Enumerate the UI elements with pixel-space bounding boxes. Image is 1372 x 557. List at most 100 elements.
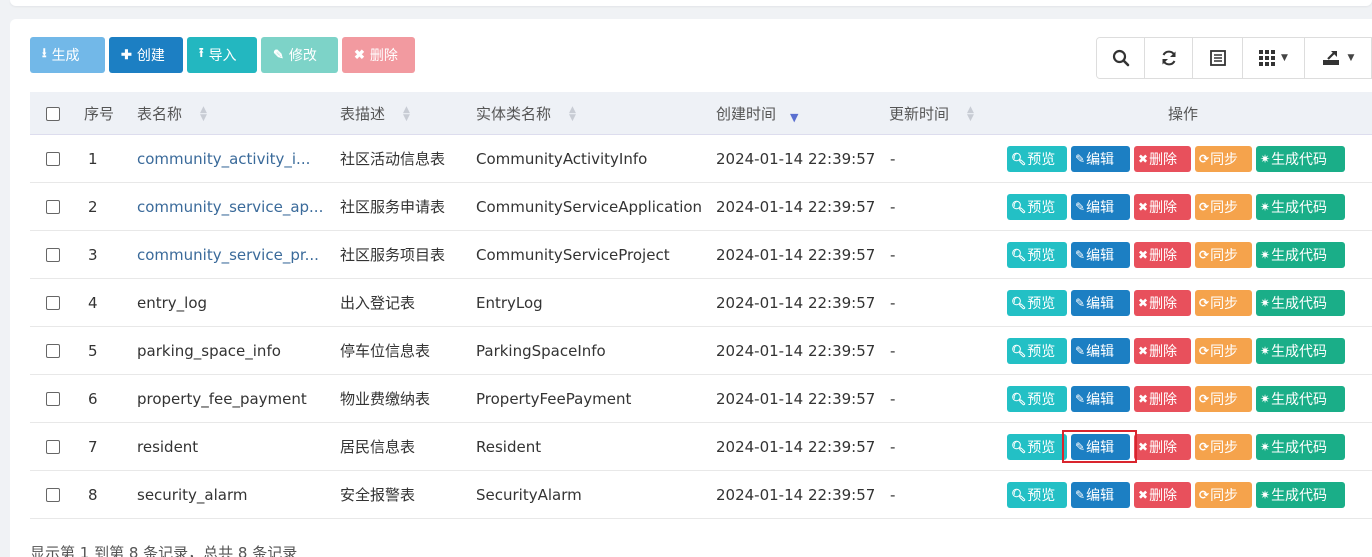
bug-icon: ✷	[1260, 151, 1271, 166]
sort-icon: ▲ ▼	[403, 104, 410, 123]
row-delete-button[interactable]: ✖ 删除	[1134, 481, 1191, 508]
row-delete-button[interactable]: ✖ 删除	[1134, 193, 1191, 220]
preview-button[interactable]: 🔍︎ 预览	[1007, 481, 1067, 508]
search-button[interactable]	[1097, 38, 1145, 78]
row-table-name: parking_space_info	[137, 341, 281, 360]
gen-code-button[interactable]: ✷ 生成代码	[1256, 433, 1345, 460]
row-entity-class: SecurityAlarm	[476, 485, 582, 504]
row-checkbox[interactable]	[46, 327, 60, 374]
edit-icon: ✎	[1075, 247, 1086, 262]
create-label: 创建	[136, 47, 165, 63]
preview-button[interactable]: 🔍︎ 预览	[1007, 193, 1067, 220]
sync-label: 同步	[1210, 151, 1239, 168]
table-row[interactable]: 6 property_fee_payment 物业费缴纳表 PropertyFe…	[30, 375, 1372, 423]
generate-label: 生成	[51, 47, 80, 63]
row-table-name[interactable]: community_service_ap...	[137, 183, 323, 230]
header-entity-class[interactable]: 实体类名称 ▲ ▼	[476, 92, 576, 135]
header-table-desc[interactable]: 表描述 ▲ ▼	[340, 92, 410, 135]
edit-icon: ✎	[1075, 295, 1086, 310]
export-button[interactable]: ▼	[1305, 38, 1371, 78]
header-updated-time[interactable]: 更新时间 ▲ ▼	[889, 92, 974, 135]
gen-code-label: 生成代码	[1271, 295, 1328, 312]
edit-button[interactable]: ✎ 编辑	[1071, 145, 1130, 172]
row-created-time: 2024-01-14 22:39:57	[716, 341, 876, 360]
select-all-checkbox[interactable]	[46, 92, 60, 135]
preview-button[interactable]: 🔍︎ 预览	[1007, 385, 1067, 412]
row-delete-button[interactable]: ✖ 删除	[1134, 289, 1191, 316]
gen-code-button[interactable]: ✷ 生成代码	[1256, 385, 1345, 412]
edit-button[interactable]: ✎ 编辑	[1071, 433, 1130, 460]
preview-button[interactable]: 🔍︎ 预览	[1007, 433, 1067, 460]
edit-button[interactable]: ✎ 编辑	[1071, 193, 1130, 220]
gen-code-button[interactable]: ✷ 生成代码	[1256, 481, 1345, 508]
gen-code-button[interactable]: ✷ 生成代码	[1256, 289, 1345, 316]
gen-code-button[interactable]: ✷ 生成代码	[1256, 337, 1345, 364]
generate-button[interactable]: ⭳ 生成	[30, 37, 105, 73]
edit-label: 编辑	[1086, 295, 1115, 312]
row-checkbox[interactable]	[46, 231, 60, 278]
delete-button[interactable]: ✖ 删除	[342, 37, 415, 73]
edit-button[interactable]: ✎ 编辑	[1071, 241, 1130, 268]
sync-button[interactable]: ⟳ 同步	[1195, 193, 1252, 220]
preview-button[interactable]: 🔍︎ 预览	[1007, 289, 1067, 316]
preview-button[interactable]: 🔍︎ 预览	[1007, 241, 1067, 268]
edit-button[interactable]: ✎ 编辑	[1071, 385, 1130, 412]
gen-code-button[interactable]: ✷ 生成代码	[1256, 193, 1345, 220]
header-created-time[interactable]: 创建时间 ▼	[716, 92, 798, 135]
table-row[interactable]: 2 community_service_ap... 社区服务申请表 Commun…	[30, 183, 1372, 231]
row-delete-button[interactable]: ✖ 删除	[1134, 385, 1191, 412]
row-delete-button[interactable]: ✖ 删除	[1134, 337, 1191, 364]
row-checkbox[interactable]	[46, 423, 60, 470]
row-delete-button[interactable]: ✖ 删除	[1134, 145, 1191, 172]
row-checkbox[interactable]	[46, 375, 60, 422]
table-row[interactable]: 7 resident 居民信息表 Resident 2024-01-14 22:…	[30, 423, 1372, 471]
sync-button[interactable]: ⟳ 同步	[1195, 433, 1252, 460]
preview-button[interactable]: 🔍︎ 预览	[1007, 337, 1067, 364]
preview-label: 预览	[1027, 391, 1056, 408]
list-icon	[1209, 50, 1226, 66]
table-row[interactable]: 4 entry_log 出入登记表 EntryLog 2024-01-14 22…	[30, 279, 1372, 327]
edit-button[interactable]: ✎ 编辑	[1071, 337, 1130, 364]
download-icon: ⭳	[42, 45, 47, 60]
sort-icon: ▲ ▼	[967, 104, 974, 123]
columns-button[interactable]: ▼	[1243, 38, 1305, 78]
edit-icon: ✎	[1075, 151, 1086, 166]
import-button[interactable]: ⭱ 导入	[187, 37, 257, 73]
toggle-view-button[interactable]	[1193, 38, 1243, 78]
sync-button[interactable]: ⟳ 同步	[1195, 241, 1252, 268]
gen-table: 序号 表名称 ▲ ▼ 表描述 ▲ ▼ 实体类名称 ▲ ▼ 创建时间 ▼ 更新时间 ▲ ▼…	[30, 92, 1372, 519]
row-checkbox[interactable]	[46, 183, 60, 230]
gen-code-button[interactable]: ✷ 生成代码	[1256, 241, 1345, 268]
row-updated-time: -	[890, 293, 896, 312]
preview-button[interactable]: 🔍︎ 预览	[1007, 145, 1067, 172]
sync-button[interactable]: ⟳ 同步	[1195, 289, 1252, 316]
header-table-name[interactable]: 表名称 ▲ ▼	[137, 92, 207, 135]
sync-button[interactable]: ⟳ 同步	[1195, 385, 1252, 412]
gen-code-button[interactable]: ✷ 生成代码	[1256, 145, 1345, 172]
row-entity-class: CommunityServiceProject	[476, 245, 670, 264]
times-icon: ✖	[1138, 439, 1149, 454]
sync-button[interactable]: ⟳ 同步	[1195, 337, 1252, 364]
table-row[interactable]: 1 community_activity_i... 社区活动信息表 Commun…	[30, 135, 1372, 183]
edit-button[interactable]: ✎ 编辑	[1071, 289, 1130, 316]
row-delete-button[interactable]: ✖ 删除	[1134, 433, 1191, 460]
table-row[interactable]: 3 community_service_pr... 社区服务项目表 Commun…	[30, 231, 1372, 279]
row-delete-button[interactable]: ✖ 删除	[1134, 241, 1191, 268]
refresh-button[interactable]	[1145, 38, 1193, 78]
row-checkbox[interactable]	[46, 471, 60, 518]
row-delete-label: 删除	[1149, 247, 1178, 264]
edit-button[interactable]: ✎ 编辑	[1071, 481, 1130, 508]
delete-label: 删除	[369, 47, 398, 63]
sync-button[interactable]: ⟳ 同步	[1195, 481, 1252, 508]
row-table-name[interactable]: community_activity_i...	[137, 135, 310, 182]
row-checkbox[interactable]	[46, 135, 60, 182]
table-row[interactable]: 5 parking_space_info 停车位信息表 ParkingSpace…	[30, 327, 1372, 375]
modify-button[interactable]: ✎ 修改	[261, 37, 338, 73]
row-checkbox[interactable]	[46, 279, 60, 326]
row-seq: 2	[88, 197, 98, 216]
row-actions: 🔍︎ 预览 ✎ 编辑 ✖ 删除 ⟳ 同步 ✷ 生成代码	[1007, 231, 1345, 278]
sync-button[interactable]: ⟳ 同步	[1195, 145, 1252, 172]
table-row[interactable]: 8 security_alarm 安全报警表 SecurityAlarm 202…	[30, 471, 1372, 519]
create-button[interactable]: ✚ 创建	[109, 37, 183, 73]
row-table-name[interactable]: community_service_pr...	[137, 231, 319, 278]
